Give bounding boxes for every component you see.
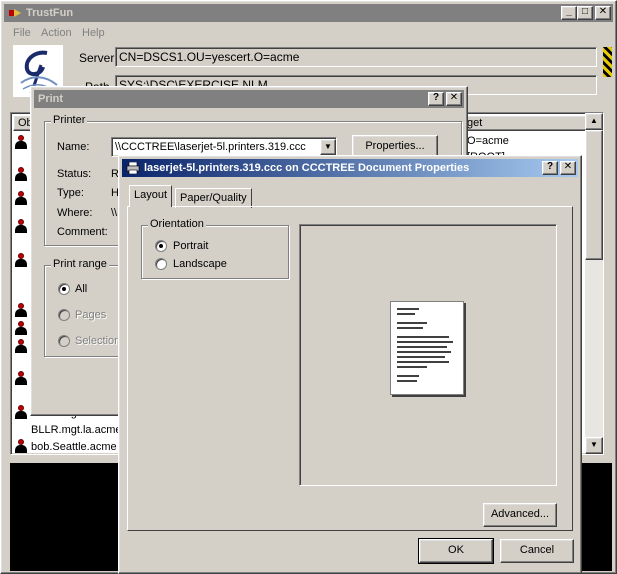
user-icon: [14, 339, 28, 353]
list-scrollbar[interactable]: ▲ ▼: [585, 113, 603, 454]
scroll-thumb[interactable]: [585, 130, 603, 260]
user-icon: [14, 405, 28, 419]
doc-titlebar: laserjet-5l.printers.319.ccc on CCCTREE …: [122, 159, 578, 177]
page-preview-icon: [390, 301, 464, 395]
range-pages-radio[interactable]: [58, 309, 70, 321]
server-field[interactable]: CN=DSCS1.OU=yescert.O=acme: [115, 47, 597, 67]
print-titlebar: Print: [34, 90, 464, 108]
range-selection-label: Selection: [75, 335, 121, 347]
server-label: Server: [79, 51, 115, 65]
portrait-radio[interactable]: [155, 240, 167, 252]
scroll-down-button[interactable]: ▼: [585, 437, 603, 454]
type-label: Type:: [57, 187, 84, 199]
where-label: Where:: [57, 207, 93, 219]
comment-label: Comment:: [57, 226, 108, 238]
portrait-label: Portrait: [173, 240, 209, 252]
scroll-up-button[interactable]: ▲: [585, 113, 603, 130]
printer-icon: [126, 161, 140, 175]
user-icon: [14, 135, 28, 149]
main-title: TrustFun: [26, 7, 74, 19]
status-label: Status:: [57, 168, 92, 180]
user-icon: [14, 303, 28, 317]
range-selection-radio[interactable]: [58, 335, 70, 347]
range-pages-label: Pages: [75, 309, 107, 321]
ok-button[interactable]: OK: [418, 538, 494, 564]
doc-close-button[interactable]: ✕: [560, 161, 576, 175]
name-label: Name:: [57, 141, 90, 153]
landscape-label: Landscape: [173, 258, 227, 270]
tab-layout[interactable]: Layout: [129, 185, 173, 207]
user-icon: [14, 191, 28, 205]
print-title: Print: [38, 93, 64, 105]
orientation-group: Orientation: [141, 218, 289, 279]
print-close-button[interactable]: ✕: [446, 92, 462, 106]
menu-action[interactable]: Action: [41, 27, 72, 39]
printer-name-select[interactable]: \\CCCTREE\laserjet-5l.printers.319.ccc: [111, 137, 337, 157]
app-icon: [8, 7, 22, 19]
menu-file[interactable]: File: [13, 27, 31, 39]
range-all-radio[interactable]: [58, 283, 70, 295]
menu-help[interactable]: Help: [82, 27, 105, 39]
close-button[interactable]: ✕: [595, 6, 611, 20]
range-all-label: All: [75, 283, 88, 295]
user-icon: [14, 167, 28, 181]
user-icon: [14, 253, 28, 267]
minimize-button[interactable]: _: [561, 6, 577, 20]
main-titlebar: TrustFun: [4, 4, 613, 22]
print-help-button[interactable]: ?: [428, 92, 444, 106]
doc-help-button[interactable]: ?: [542, 161, 558, 175]
user-icon: [14, 371, 28, 385]
doc-title: laserjet-5l.printers.319.ccc on CCCTREE …: [144, 162, 470, 174]
doc-properties-dialog: laserjet-5l.printers.319.ccc on CCCTREE …: [118, 155, 582, 574]
list-item[interactable]: BLLR.mgt.la.acme: [31, 424, 121, 436]
page-preview-area: [299, 224, 557, 486]
chevron-down-icon[interactable]: ▼: [320, 139, 336, 155]
where-value: \\: [111, 207, 118, 219]
maximize-button[interactable]: □: [577, 6, 593, 20]
user-icon: [14, 219, 28, 233]
status-stripes-icon: [603, 47, 612, 77]
cancel-button[interactable]: Cancel: [500, 539, 574, 563]
user-icon: [14, 439, 28, 453]
tab-paper-quality[interactable]: Paper/Quality: [175, 188, 252, 208]
landscape-radio[interactable]: [155, 258, 167, 270]
list-item[interactable]: bob.Seattle.acme: [31, 441, 117, 453]
advanced-button[interactable]: Advanced...: [483, 503, 557, 527]
list-header-target[interactable]: get: [463, 115, 587, 131]
right-value-0: O=acme: [467, 135, 509, 147]
user-icon: [14, 321, 28, 335]
